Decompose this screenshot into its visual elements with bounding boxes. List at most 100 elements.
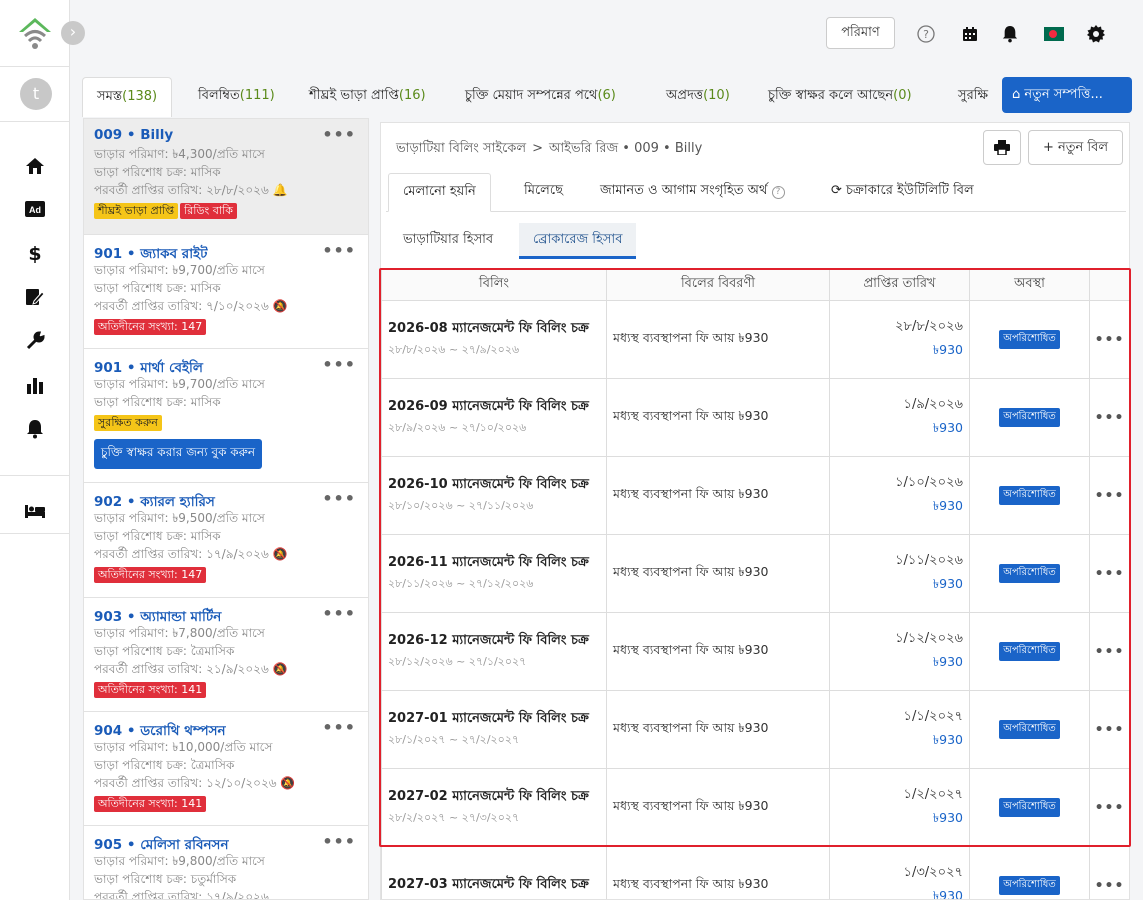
reconcile-tabs: মেলানো হয়নি মিলেছে জামানত ও আগাম সংগৃহি… [386,173,1126,212]
tab-brokerage-account[interactable]: ব্রোকারেজ হিসাব [519,223,637,259]
list-item[interactable]: 902 • ক্যারল হ্যারিস ••• ভাড়ার পরিমাণ: … [84,483,368,598]
due-amount[interactable]: ৳930 [830,576,963,596]
tenant-title: 904 • ডরোথি থম্পসন [94,723,226,739]
billing-title[interactable]: 2026-11 ম্যানেজমেন্ট ফি বিলিং চক্র [382,553,606,573]
tab-utility[interactable]: ⟳ চক্রাকারে ইউটিলিটি বিল [831,173,974,212]
row-more-icon[interactable]: ••• [1089,534,1129,613]
tab-secured[interactable]: সুরক্ষি [958,77,988,117]
tab-contract-expiring[interactable]: চুক্তি মেয়াদ সম্পন্নের পথে(6) [465,77,616,117]
table-row[interactable]: 2026-08 ম্যানেজমেন্ট ফি বিলিং চক্র ২৮/৮/২… [381,300,1129,379]
more-icon[interactable]: ••• [322,832,356,851]
billing-title[interactable]: 2027-03 ম্যানেজমেন্ট ফি বিলিং চক্র [382,875,606,895]
tab-matched[interactable]: মিলেছে [524,173,563,212]
list-item[interactable]: 901 • মার্থা বেইলি ••• ভাড়ার পরিমাণ: ৳9… [84,349,368,483]
list-item[interactable]: 904 • ডরোথি থম্পসন ••• ভাড়ার পরিমাণ: ৳1… [84,712,368,826]
list-item[interactable]: 009 • Billy ••• ভাড়ার পরিমাণ: ৳4,300/প্… [84,119,368,235]
next-date: পরবর্তী প্রাপ্তির তারিখ: ১৭/৯/২০২৬ [94,890,269,900]
tab-overdue[interactable]: বিলম্বিত(111) [198,77,275,117]
tab-unmatched[interactable]: মেলানো হয়নি [388,173,491,212]
house-icon: ⌂ [1012,87,1025,102]
chevron-right-icon[interactable]: › [61,21,85,45]
book-signing-button[interactable]: চুক্তি স্বাক্ষর করার জন্য বুক করুন [94,439,263,469]
tab-signing[interactable]: চুক্তি স্বাক্ষর কলে আছেন(0) [768,77,912,117]
status-badge: অপরিশোধিত [999,408,1060,427]
bar-chart-icon[interactable] [22,374,48,396]
description-cell: মধ্যস্থ ব্যবস্থাপনা ফি আয় ৳930 [606,768,830,847]
help-icon[interactable]: ? [916,24,936,44]
tenant-title: 902 • ক্যারল হ্যারিস [94,494,215,510]
bed-icon[interactable] [22,500,48,522]
logo-icon[interactable] [15,12,55,54]
due-amount[interactable]: ৳930 [830,810,963,830]
divider [0,66,70,67]
table-row[interactable]: 2027-02 ম্যানেজমেন্ট ফি বিলিং চক্র ২৮/২/২… [381,768,1129,847]
row-more-icon[interactable]: ••• [1089,612,1129,691]
row-more-icon[interactable]: ••• [1089,846,1129,899]
new-bill-button[interactable]: + নতুন বিল [1028,130,1123,165]
ad-icon[interactable]: Ad [22,198,48,220]
tab-rent-due-soon[interactable]: শীঘ্রই ভাড়া প্রাপ্তি(16) [309,77,426,117]
due-date-cell: ১/১/২০২৭ ৳930 [829,690,970,769]
billing-title[interactable]: 2026-08 ম্যানেজমেন্ট ফি বিলিং চক্র [382,319,606,339]
gear-icon[interactable] [1086,24,1106,44]
tab-tenant-account[interactable]: ভাড়াটিয়ার হিসাব [403,223,493,259]
tenant-title: 901 • জ্যাকব রাইট [94,246,208,262]
print-button[interactable] [983,130,1021,165]
more-icon[interactable]: ••• [322,355,356,374]
due-amount[interactable]: ৳930 [830,654,963,674]
wrench-icon[interactable] [22,330,48,352]
billing-title[interactable]: 2026-09 ম্যানেজমেন্ট ফি বিলিং চক্র [382,397,606,417]
billing-panel: ভাড়াটিয়া বিলিং সাইকেল > আইভরি রিজ • 009 … [380,122,1130,900]
tab-unpaid[interactable]: অপ্রদত্ত(10) [666,77,730,117]
table-row[interactable]: 2026-11 ম্যানেজমেন্ট ফি বিলিং চক্র ২৮/১১/… [381,534,1129,613]
due-amount[interactable]: ৳930 [830,342,963,362]
status-badge: অপরিশোধিত [999,564,1060,583]
more-icon[interactable]: ••• [322,489,356,508]
row-more-icon[interactable]: ••• [1089,300,1129,379]
tab-all[interactable]: সমস্ত(138) [82,77,173,117]
billing-title[interactable]: 2026-12 ম্যানেজমেন্ট ফি বিলিং চক্র [382,631,606,651]
avatar[interactable]: t [20,78,52,110]
column-header: প্রাপ্তির তারিখ [829,268,970,301]
row-more-icon[interactable]: ••• [1089,378,1129,457]
bell-off-icon: 🔕 [280,776,296,790]
refresh-icon: ⟳ [831,183,847,198]
new-property-button[interactable]: ⌂ নতুন সম্পত্তি... [1002,77,1132,113]
table-row[interactable]: 2027-01 ম্যানেজমেন্ট ফি বিলিং চক্র ২৮/১/২… [381,690,1129,769]
table-row[interactable]: 2026-10 ম্যানেজমেন্ট ফি বিলিং চক্র ২৮/১০/… [381,456,1129,535]
billing-title[interactable]: 2026-10 ম্যানেজমেন্ট ফি বিলিং চক্র [382,475,606,495]
bangladesh-flag-icon[interactable] [1043,24,1065,44]
table-row[interactable]: 2026-09 ম্যানেজমেন্ট ফি বিলিং চক্র ২৮/৯/২… [381,378,1129,457]
tab-deposits[interactable]: জামানত ও আগাম সংগৃহিত অর্থ ? [600,173,785,212]
breadcrumb-root[interactable]: ভাড়াটিয়া বিলিং সাইকেল [396,141,526,156]
row-more-icon[interactable]: ••• [1089,456,1129,535]
dollar-icon[interactable]: $ [22,242,48,264]
home-icon[interactable] [22,155,48,177]
bell-icon[interactable] [22,418,48,440]
list-item[interactable]: 903 • অ্যামান্ডা মার্টিন ••• ভাড়ার পরিম… [84,598,368,712]
calendar-icon[interactable] [960,24,980,44]
due-amount[interactable]: ৳930 [830,732,963,752]
due-amount[interactable]: ৳930 [830,498,963,518]
table-row[interactable]: 2027-03 ম্যানেজমেন্ট ফি বিলিং চক্র মধ্যস্… [381,846,1129,899]
edit-doc-icon[interactable] [22,286,48,308]
tenant-title: 009 • Billy [94,127,174,143]
due-amount[interactable]: ৳930 [830,420,963,440]
table-row[interactable]: 2026-12 ম্যানেজমেন্ট ফি বিলিং চক্র ২৮/১২/… [381,612,1129,691]
more-icon[interactable]: ••• [322,241,356,260]
list-item[interactable]: 901 • জ্যাকব রাইট ••• ভাড়ার পরিমাণ: ৳9,… [84,235,368,349]
due-amount[interactable]: ৳930 [830,888,963,899]
more-icon[interactable]: ••• [322,718,356,737]
row-more-icon[interactable]: ••• [1089,768,1129,847]
status-badge: রিডিং বাকি [180,203,237,219]
amount-button[interactable]: পরিমাণ [826,17,895,49]
list-item[interactable]: 905 • মেলিসা রবিনসন ••• ভাড়ার পরিমাণ: ৳… [84,826,368,900]
tenant-title: 903 • অ্যামান্ডা মার্টিন [94,609,222,625]
billing-title[interactable]: 2027-02 ম্যানেজমেন্ট ফি বিলিং চক্র [382,787,606,807]
row-more-icon[interactable]: ••• [1089,690,1129,769]
notification-bell-icon[interactable] [1000,24,1020,44]
description-cell: মধ্যস্থ ব্যবস্থাপনা ফি আয় ৳930 [606,612,830,691]
billing-title[interactable]: 2027-01 ম্যানেজমেন্ট ফি বিলিং চক্র [382,709,606,729]
more-icon[interactable]: ••• [322,604,356,623]
more-icon[interactable]: ••• [322,125,356,144]
